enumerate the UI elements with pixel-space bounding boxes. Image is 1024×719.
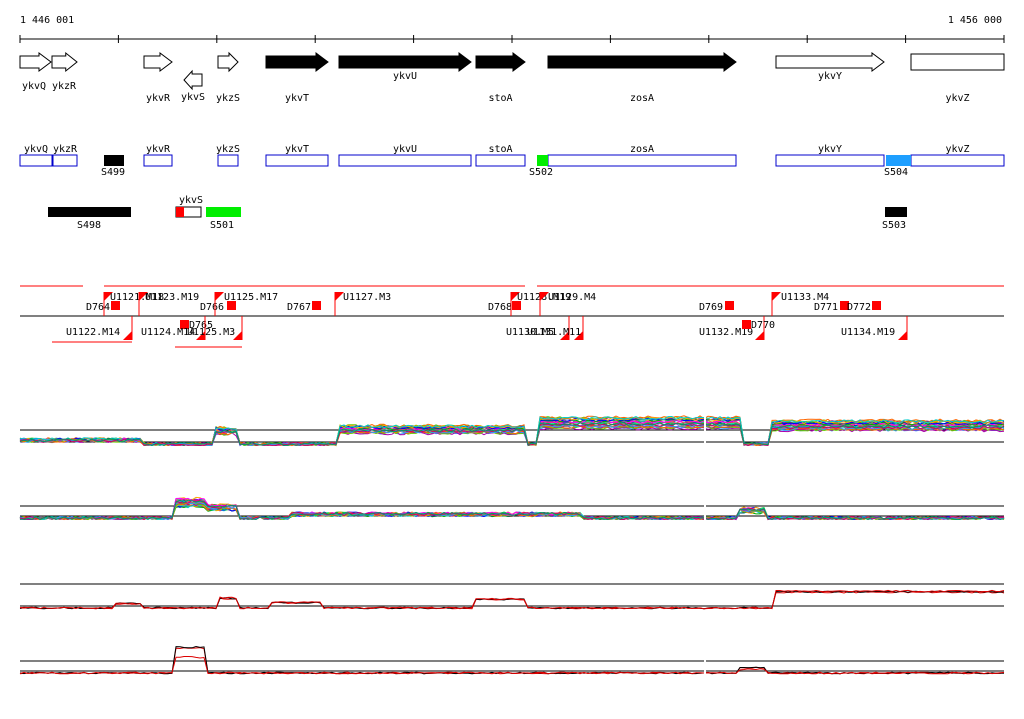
segment-label-S499: S499 [101,167,125,178]
feature-label-U1125.M17: U1125.M17 [224,292,278,303]
gene-box-zosA [547,154,737,167]
gene-label-zosA: zosA [630,93,654,104]
gene-arrow-ykzS [217,51,239,73]
gene-arrow-track: ykvQ ykzR ykvR ykvS ykzS ykvT ykvU stoA zosA ykvY… [19,51,1005,104]
feature-track: D764U1121.M18U1123.M19D766U1125.M17D767U… [20,285,1004,348]
gene-box-ykvY [775,154,885,167]
gene-box-ykvR [143,154,173,167]
segment-S504 [886,155,911,166]
ruler-start-label: 1 446 001 [20,15,74,26]
gene-box-label-zosA: zosA [630,144,654,155]
feature-label-D768: D768 [488,302,512,313]
genome-canvas: 1 446 001 1 456 000 ykvQ ykzR ykvR ykvS ykzS… [19,15,1005,692]
expression-trace [19,645,1005,675]
gene-arrow-ykvR [143,52,173,72]
segment-label-S504: S504 [884,167,908,178]
gene-label-ykzR: ykzR [52,81,77,92]
gene-arrow-zosA [547,52,737,72]
ykvs-box-label: ykvS [179,195,203,206]
gene-box-label-ykzS: ykzS [216,144,240,155]
gene-box-label-ykvR: ykvR [146,144,171,155]
gene-box-ykzS [217,154,239,167]
ruler-end-label: 1 456 000 [948,15,1002,26]
feature-label-U1131.M11: U1131.M11 [527,327,581,338]
genome-browser-view: 1 446 001 1 456 000 ykvQ ykzR ykvR ykvS ykzS… [0,0,1024,714]
gene-label-ykvQ: ykvQ [22,81,46,92]
expression-panels [19,410,1005,692]
gene-label-ykzS: ykzS [216,93,240,104]
gene-box-label-ykvZ: ykvZ [945,144,969,155]
gene-label-ykvZ: ykvZ [945,93,969,104]
gene-box-label-ykvU: ykvU [393,144,417,155]
gene-arrow-ykvZ [910,53,1005,71]
segment-label-S502: S502 [529,167,553,178]
gene-box-ykzR [52,154,78,167]
feature-label-D772: D772 [847,302,871,313]
feature-label-U1134.M19: U1134.M19 [841,327,895,338]
feature-marker-D769 [725,301,734,310]
segment-label-S503: S503 [882,220,906,231]
gene-arrow-ykvY [775,52,885,72]
gene-arrow-ykvQ [19,52,52,72]
gene-arrow-ykzR [51,51,78,73]
gene-label-ykvS: ykvS [181,92,205,103]
gene-label-ykvR: ykvR [146,93,171,104]
segment-label-S498: S498 [77,220,101,231]
coordinate-ruler: 1 446 001 1 456 000 [19,15,1005,43]
feature-label-U1129.M4: U1129.M4 [548,292,596,303]
gene-arrow-stoA [475,52,526,72]
gene-box-ykvZ [910,154,1005,167]
segment-S503 [885,207,907,217]
gene-arrow-ykvT [265,52,329,72]
gene-box-label-stoA: stoA [488,144,512,155]
gene-box-label-ykvT: ykvT [285,144,309,155]
gene-label-ykvU: ykvU [393,71,417,82]
feature-label-D767: D767 [287,302,311,313]
feature-label-U1123.M19: U1123.M19 [145,292,199,303]
gene-box-label-ykzR: ykzR [53,144,78,155]
feature-marker-D767 [312,301,321,310]
feature-label-U1122.M14: U1122.M14 [66,327,120,338]
feature-label-D766: D766 [200,302,224,313]
segment-S502 [537,155,548,166]
gene-arrow-ykvS [183,69,203,91]
feature-marker-U1125.M17 [215,292,224,301]
feature-label-D771: D771 [814,302,838,313]
segment-S499 [104,155,124,166]
feature-marker-U1133.M4 [772,292,781,301]
feature-marker-D772 [872,301,881,310]
gene-box-label-ykvY: ykvY [818,144,842,155]
gene-box-ykvQ [19,154,53,167]
gene-box-ykvU [338,154,472,167]
feature-label-D764: D764 [86,302,110,313]
gene-box-stoA [475,154,526,167]
gene-box-track: ykvQ ykzR ykvR ykzS ykvT ykvU stoA zosA ykvY ykvZ [19,144,1005,167]
segment-S501 [206,207,241,217]
gene-box-label-ykvQ: ykvQ [24,144,48,155]
gene-label-ykvY: ykvY [818,71,842,82]
gene-arrow-ykvU [338,52,472,72]
feature-marker-U1122.M14 [123,331,132,340]
gene-label-stoA: stoA [488,93,512,104]
feature-label-D769: D769 [699,302,723,313]
gene-box-ykvT [265,154,329,167]
gene-label-ykvT: ykvT [285,93,309,104]
feature-label-U1125.M3: U1125.M3 [187,327,235,338]
feature-marker-U1134.M19 [898,331,907,340]
segment-label-S501: S501 [210,220,234,231]
feature-label-D770: D770 [751,320,775,331]
feature-marker-U1132.M19 [755,331,764,340]
segment-S498 [48,207,131,217]
feature-marker-D770 [742,320,751,329]
feature-label-U1127.M3: U1127.M3 [343,292,391,303]
ykvs-box-fill [176,207,184,217]
